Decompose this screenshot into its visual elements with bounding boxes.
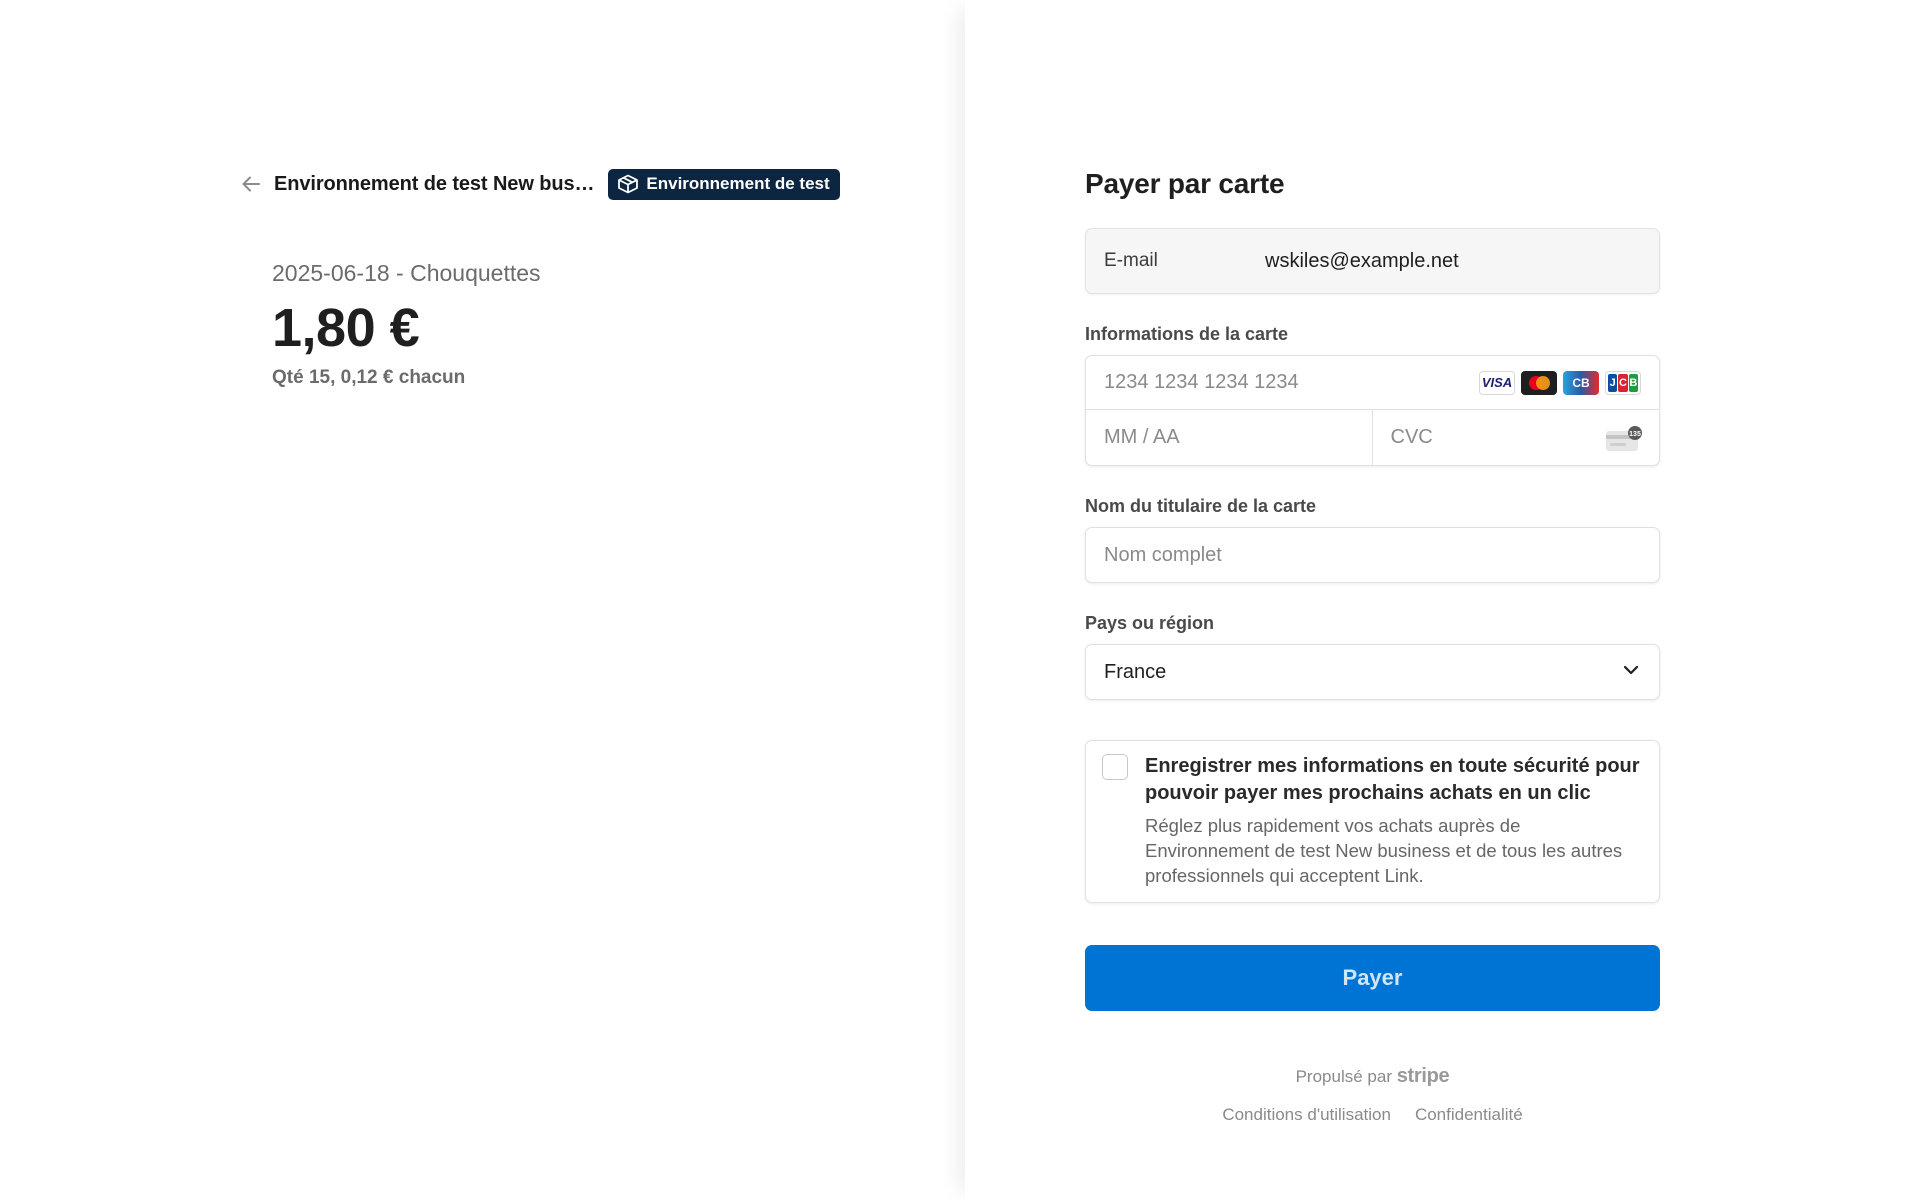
email-label: E-mail [1104,250,1158,271]
svg-text:135: 135 [1629,431,1641,438]
country-label: Pays ou région [1085,613,1215,633]
cvc-card-icon: 135 [1605,425,1642,451]
card-number-placeholder: 1234 1234 1234 1234 [1104,371,1299,393]
product-price: 1,80 € [272,298,420,358]
country-value: France [1104,660,1167,683]
expiry-input[interactable]: MM / AA [1086,410,1373,465]
card-number-input[interactable]: 1234 1234 1234 1234 VISA CB JCB [1086,356,1659,410]
product-quantity: Qté 15, 0,12 € chacun [272,367,466,388]
merchant-name[interactable]: Environnement de test New bus… [274,173,594,196]
cvc-input[interactable]: CVC 135 [1373,410,1660,465]
footer: Propulsé par stripe Conditions d'utilisa… [1085,1065,1660,1125]
cube-icon [617,174,639,194]
stripe-logo[interactable]: stripe [1397,1065,1450,1087]
test-mode-badge: Environnement de test [608,168,840,200]
cardholder-placeholder: Nom complet [1104,543,1222,566]
chevron-down-icon [1621,660,1641,685]
privacy-link[interactable]: Confidentialité [1415,1105,1523,1125]
email-field[interactable]: E-mail wskiles@example.net [1085,228,1660,294]
product-name: 2025-06-18 - Chouquettes [272,260,541,286]
cartes-bancaires-icon: CB [1563,370,1599,395]
card-info-label: Informations de la carte [1085,324,1289,344]
payment-form: Payer par carte E-mail wskiles@example.n… [1085,168,1660,1125]
cardholder-label: Nom du titulaire de la carte [1085,496,1317,516]
visa-icon: VISA [1479,370,1515,395]
save-info-checkbox[interactable] [1102,754,1128,780]
cvc-placeholder: CVC [1390,426,1433,448]
merchant-header: Environnement de test New bus… Environne… [238,166,840,202]
terms-link[interactable]: Conditions d'utilisation [1222,1105,1391,1125]
card-brands: VISA CB JCB [1479,370,1641,395]
cardholder-input[interactable]: Nom complet [1085,527,1660,583]
card-info-group: 1234 1234 1234 1234 VISA CB JCB MM / AA … [1085,355,1660,466]
form-title: Payer par carte [1085,168,1285,199]
country-select[interactable]: France [1085,644,1660,700]
pay-button[interactable]: Payer [1085,945,1660,1011]
expiry-placeholder: MM / AA [1104,426,1180,448]
product-summary: 2025-06-18 - Chouquettes 1,80 € Qté 15, … [272,260,541,389]
save-info-title: Enregistrer mes informations en toute sé… [1145,755,1640,804]
test-mode-badge-label: Environnement de test [646,174,830,193]
back-arrow-icon[interactable] [238,171,264,197]
powered-by: Propulsé par stripe [1085,1065,1660,1088]
jcb-icon: JCB [1605,370,1641,395]
email-value: wskiles@example.net [1265,249,1459,272]
mastercard-icon [1521,370,1557,395]
save-info-description: Réglez plus rapidement vos achats auprès… [1145,815,1623,886]
order-summary-pane: Environnement de test New bus… Environne… [0,0,965,1200]
save-info-option: Enregistrer mes informations en toute sé… [1085,740,1660,903]
powered-by-text: Propulsé par [1295,1067,1392,1086]
